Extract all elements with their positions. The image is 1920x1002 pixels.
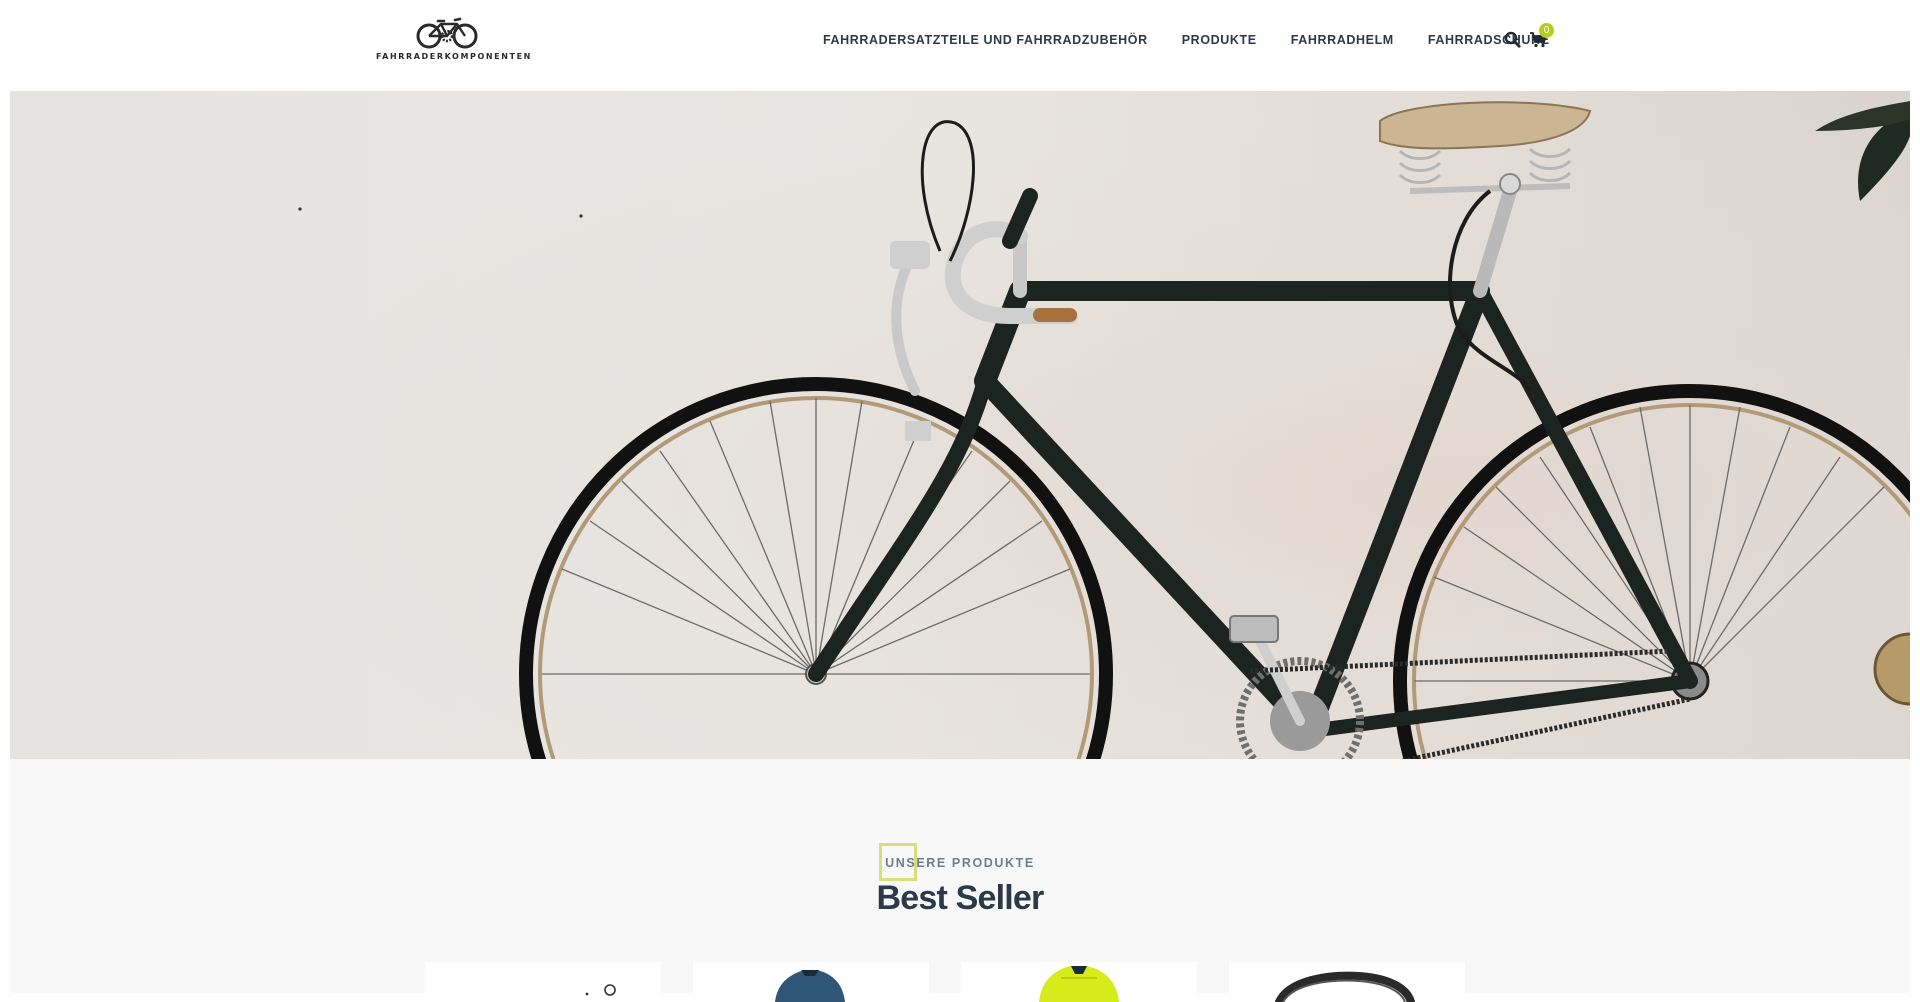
product-image bbox=[1039, 966, 1119, 1002]
nav-item-produkte[interactable]: PRODUKTE bbox=[1182, 33, 1257, 47]
main-nav: FAHRRADERSATZTEILE UND FAHRRADZUBEHÖR PR… bbox=[823, 33, 1550, 47]
product-image bbox=[775, 970, 845, 1002]
section-eyebrow: UNSERE PRODUKTE bbox=[885, 856, 1035, 870]
best-seller-section: UNSERE PRODUKTE Best Seller bbox=[10, 759, 1910, 1002]
site-header: FAHRRADERKOMPONENTEN FAHRRADERSATZTEILE … bbox=[0, 0, 1920, 91]
product-card[interactable] bbox=[961, 962, 1197, 1002]
product-image bbox=[1275, 971, 1415, 1002]
product-card[interactable] bbox=[1229, 962, 1465, 1002]
bicycle-gear-icon bbox=[416, 17, 478, 49]
hero-banner bbox=[10, 91, 1910, 759]
search-icon[interactable] bbox=[1504, 31, 1521, 53]
cart-count-badge: 0 bbox=[1539, 23, 1554, 38]
nav-item-fahrradhelm[interactable]: FAHRRADHELM bbox=[1291, 33, 1394, 47]
section-title: Best Seller bbox=[876, 879, 1045, 917]
product-card[interactable] bbox=[693, 962, 929, 1002]
hero-bicycle-image bbox=[10, 91, 1910, 759]
product-card[interactable] bbox=[425, 962, 661, 1002]
nav-item-fahrradersatzteile[interactable]: FAHRRADERSATZTEILE UND FAHRRADZUBEHÖR bbox=[823, 33, 1148, 47]
site-logo[interactable]: FAHRRADERKOMPONENTEN bbox=[376, 16, 532, 68]
logo-text: FAHRRADERKOMPONENTEN bbox=[376, 52, 532, 61]
product-image bbox=[585, 984, 616, 996]
